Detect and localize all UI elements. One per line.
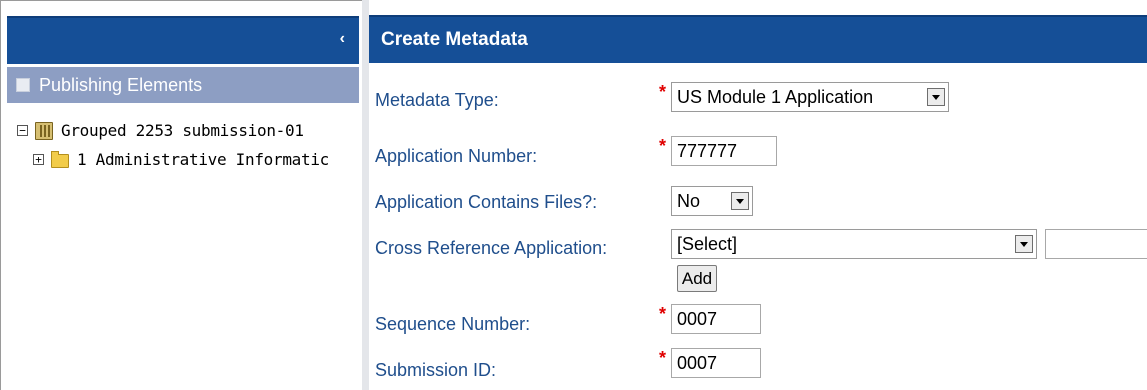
expand-node-icon[interactable]: + <box>33 154 44 165</box>
required-marker: * <box>659 82 667 102</box>
publishing-elements-header: Publishing Elements <box>7 67 359 103</box>
chevron-down-icon[interactable] <box>927 88 945 106</box>
cross-reference-value: [Select] <box>677 234 738 254</box>
publishing-elements-panel: ‹ Publishing Elements − Grouped 2253 sub… <box>0 0 362 390</box>
page-title: Create Metadata <box>381 29 528 50</box>
application-number-label: Application Number: <box>375 146 538 166</box>
collapse-node-icon[interactable]: − <box>17 125 28 136</box>
create-metadata-panel: Create Metadata Metadata Type: * US Modu… <box>369 0 1147 390</box>
publishing-elements-title: Publishing Elements <box>39 75 203 95</box>
left-panel-header: ‹ <box>7 16 359 64</box>
contains-files-label: Application Contains Files?: <box>375 192 598 212</box>
chevron-down-icon[interactable] <box>1015 235 1033 253</box>
metadata-type-label: Metadata Type: <box>375 90 499 110</box>
cross-reference-label: Cross Reference Application: <box>375 238 608 258</box>
submission-id-label: Submission ID: <box>375 360 497 380</box>
sequence-number-label: Sequence Number: <box>375 314 531 334</box>
contains-files-select[interactable]: No <box>671 186 753 216</box>
cross-reference-select[interactable]: [Select] <box>671 229 1037 259</box>
folder-icon <box>51 151 69 168</box>
create-metadata-header: Create Metadata <box>369 15 1147 63</box>
contains-files-value: No <box>677 191 701 211</box>
tree-node-label: 1 Administrative Informatic <box>77 150 329 169</box>
cross-reference-text-input[interactable] <box>1045 229 1147 259</box>
required-marker: * <box>659 348 667 368</box>
application-number-input[interactable]: 777777 <box>671 136 777 166</box>
required-marker: * <box>659 304 667 324</box>
panel-splitter[interactable] <box>362 0 369 390</box>
publishing-elements-checkbox[interactable] <box>16 78 30 92</box>
metadata-type-value: US Module 1 Application <box>677 87 874 107</box>
add-button[interactable]: Add <box>677 265 717 292</box>
collapse-panel-button[interactable]: ‹ <box>340 29 345 49</box>
metadata-type-select[interactable]: US Module 1 Application <box>671 82 949 112</box>
book-icon <box>35 122 53 140</box>
submission-id-input[interactable]: 0007 <box>671 348 761 378</box>
required-marker: * <box>659 136 667 156</box>
chevron-down-icon[interactable] <box>731 192 749 210</box>
tree-node-label: Grouped 2253 submission-01 <box>61 121 304 140</box>
sequence-number-input[interactable]: 0007 <box>671 304 761 334</box>
